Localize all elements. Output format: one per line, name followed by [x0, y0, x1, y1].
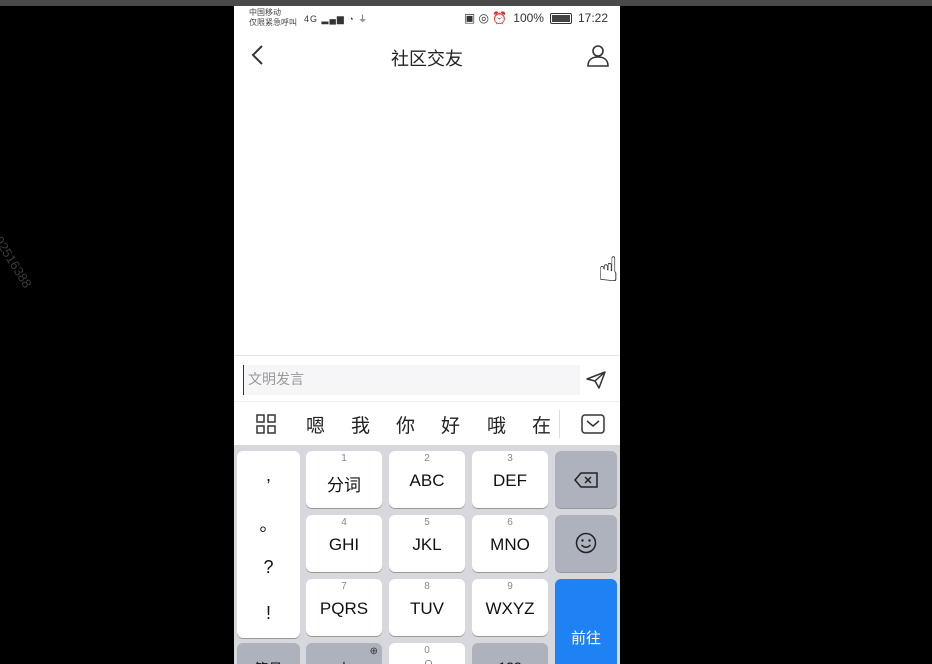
key-6[interactable]: 6 MNO: [472, 515, 548, 572]
chat-content-area: ☝: [234, 78, 620, 354]
carrier-name: 中国移动: [249, 8, 281, 17]
ime-keyboard: , 。 ? ! 1 分词 2 ABC 3 DEF 4 GHI 5 JKL 6 M…: [234, 445, 620, 664]
key-label: JKL: [412, 535, 442, 554]
signal-icon: 4G ▂▄▆ ◔ ⏚: [304, 14, 369, 24]
candidate-word[interactable]: 哦: [487, 411, 506, 438]
microphone-icon: [425, 660, 432, 664]
phone-screen: 中国移动 仅限紧急呼叫 4G ▂▄▆ ◔ ⏚ ▣ ◎ ⏰ 100% 17:22 …: [234, 6, 620, 664]
carrier-status: 仅限紧急呼叫: [249, 18, 297, 27]
key-number: 3: [507, 453, 513, 464]
candidate-word[interactable]: 你: [396, 411, 415, 438]
key-label: 分词: [327, 476, 361, 495]
network-type: 4G: [304, 14, 319, 24]
key-number: 1: [341, 453, 347, 464]
emoji-icon: [575, 532, 597, 554]
message-input-bar: [234, 355, 620, 402]
backspace-icon: [574, 472, 598, 488]
globe-icon: ⊕: [369, 646, 378, 657]
punct-key[interactable]: ?: [237, 557, 300, 578]
key-3[interactable]: 3 DEF: [472, 451, 548, 508]
numeric-key[interactable]: 123: [472, 643, 548, 664]
ime-candidate-bar: 嗯 我 你 好 哦 在: [234, 401, 620, 446]
key-label: GHI: [328, 535, 360, 554]
key-number: 9: [507, 581, 513, 592]
key-number: 8: [424, 581, 430, 592]
key-label: PQRS: [319, 599, 369, 618]
key-label: MNO: [490, 535, 530, 554]
send-icon[interactable]: [586, 370, 606, 390]
candidate-word[interactable]: 好: [441, 411, 460, 438]
watermark: 192516388: [0, 227, 35, 291]
key-label: ABC: [409, 471, 445, 490]
carrier-info: 中国移动 仅限紧急呼叫: [249, 8, 297, 28]
punct-key[interactable]: 。: [237, 511, 300, 537]
language-label: 中: [306, 659, 382, 664]
candidate-word[interactable]: 嗯: [306, 411, 325, 438]
symbol-key[interactable]: 符号: [237, 643, 300, 664]
battery-icon: [549, 12, 572, 24]
punct-key[interactable]: ,: [237, 465, 300, 486]
page-title: 社区交友: [391, 49, 463, 70]
grid-menu-icon[interactable]: [255, 413, 277, 435]
user-profile-icon[interactable]: [586, 43, 610, 67]
key-number: 2: [424, 453, 430, 464]
backspace-button[interactable]: [555, 451, 617, 508]
go-label: 前往: [570, 629, 601, 647]
nav-header: 社区交友: [234, 34, 620, 78]
status-bar: 中国移动 仅限紧急呼叫 4G ▂▄▆ ◔ ⏚ ▣ ◎ ⏰ 100% 17:22: [234, 6, 620, 34]
key-9[interactable]: 9 WXYZ: [472, 579, 548, 636]
key-number: 7: [341, 581, 347, 592]
key-8[interactable]: 8 TUV: [389, 579, 465, 636]
key-number: 5: [424, 517, 430, 528]
symbol-label: 符号: [237, 659, 300, 664]
key-number: 6: [507, 517, 513, 528]
key-5[interactable]: 5 JKL: [389, 515, 465, 572]
candidate-word[interactable]: 在: [532, 411, 551, 438]
status-right: ▣ ◎ ⏰ 100% 17:22: [464, 11, 608, 25]
key-0[interactable]: 0: [389, 643, 465, 664]
key-label: WXYZ: [485, 599, 535, 618]
emoji-button[interactable]: [555, 515, 617, 572]
key-label: DEF: [493, 471, 527, 490]
battery-percent: 100%: [513, 11, 544, 25]
key-2[interactable]: 2 ABC: [389, 451, 465, 508]
divider: [559, 410, 560, 438]
key-1[interactable]: 1 分词: [306, 451, 382, 508]
go-button[interactable]: 前往: [555, 579, 617, 664]
punctuation-column: , 。 ? !: [237, 451, 300, 638]
key-number: 4: [341, 517, 347, 528]
key-number: 0: [424, 645, 430, 656]
numeric-label: 123: [472, 659, 548, 664]
candidate-word[interactable]: 我: [351, 411, 370, 438]
key-7[interactable]: 7 PQRS: [306, 579, 382, 636]
punct-key[interactable]: !: [237, 603, 300, 624]
touch-pointer-icon: ☝: [598, 250, 619, 290]
key-4[interactable]: 4 GHI: [306, 515, 382, 572]
language-switch-key[interactable]: 中 ⊕: [306, 643, 382, 664]
misc-status-icons: ▣ ◎ ⏰: [463, 11, 508, 25]
key-label: TUV: [410, 599, 444, 618]
hide-keyboard-icon[interactable]: [581, 414, 605, 434]
clock: 17:22: [577, 11, 608, 25]
message-input[interactable]: [243, 365, 580, 395]
